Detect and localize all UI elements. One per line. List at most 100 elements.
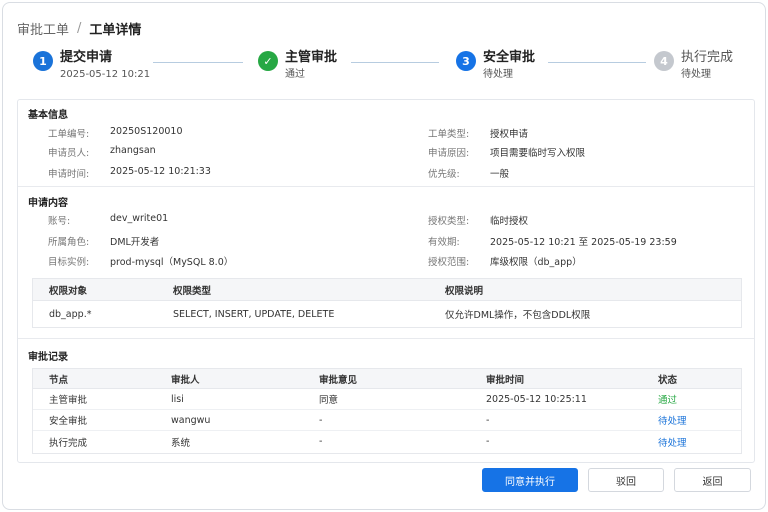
table-cell: - [319,436,323,447]
field-label: 申请时间: [48,169,90,180]
field-label: 目标实例: [48,257,90,268]
step-subtitle: 待处理 [681,69,711,80]
field-value: DML开发者 [110,237,160,248]
column-header: 审批时间 [486,374,525,386]
breadcrumb-separator: / [77,20,82,36]
field-ticket-type: 工单类型: 授权申请 [428,126,528,140]
table-row: 安全审批 wangwu - - 待处理 [33,410,741,431]
field-priority: 优先级: 一般 [428,166,509,180]
step-title: 主管审批 [285,50,338,65]
back-button[interactable]: 返回 [674,468,751,492]
step-title: 执行完成 [681,50,734,65]
field-grant-type: 授权类型: 临时授权 [428,213,528,227]
field-value: 项目需要临时写入权限 [490,148,586,159]
field-reason: 申请原因: 项目需要临时写入权限 [428,145,585,159]
step-connector [153,62,243,63]
table-row: db_app.* SELECT, INSERT, UPDATE, DELETE … [33,301,741,327]
column-header: 节点 [49,374,69,386]
field-label: 账号: [48,216,71,227]
table-cell: 系统 [171,437,191,449]
approve-execute-button[interactable]: 同意并执行 [482,468,578,492]
field-label: 工单编号: [48,129,90,140]
table-header-row: 权限对象 权限类型 权限说明 [33,279,741,301]
field-role: 所属角色: DML开发者 [48,234,159,248]
table-cell: 仅允许DML操作，不包含DDL权限 [445,310,591,321]
table-cell: SELECT, INSERT, UPDATE, DELETE [173,308,335,320]
field-apply-time: 申请时间: 2025-05-12 10:21:33 [48,166,211,180]
step-submit: 1 提交申请 2025-05-12 10:21 [33,49,150,82]
reject-button[interactable]: 驳回 [588,468,664,492]
table-cell: lisi [171,393,184,405]
step-subtitle: 待处理 [483,69,513,80]
field-value: zhangsan [110,145,156,156]
field-label: 工单类型: [428,129,470,140]
table-cell: 执行完成 [49,437,88,449]
field-grant-scope: 授权范围: 库级权限（db_app） [428,254,582,268]
field-label: 优先级: [428,169,460,180]
ticket-detail-window: 审批工单 / 工单详情 1 提交申请 2025-05-12 10:21 ✓ 主管… [2,2,766,510]
page-title: 工单详情 [89,22,142,38]
field-account: 账号: dev_write01 [48,213,168,227]
column-header: 审批人 [171,374,200,386]
table-cell: 安全审批 [49,416,88,427]
basic-info-title: 基本信息 [28,110,68,121]
step-connector [548,62,646,63]
field-label: 授权范围: [428,257,470,268]
approval-records-title: 审批记录 [28,352,68,363]
field-value: 库级权限（db_app） [490,257,582,268]
step-subtitle: 2025-05-12 10:21 [60,69,151,80]
step-manager-approval: ✓ 主管审批 通过 [258,49,337,82]
table-cell: db_app.* [49,308,92,320]
table-cell: 主管审批 [49,395,88,406]
approval-records-table: 节点 审批人 审批意见 审批时间 状态 主管审批 lisi 同意 2025-05… [32,368,742,454]
status-badge: 待处理 [658,416,687,427]
table-cell: - [486,436,490,447]
table-cell: wangwu [171,414,211,426]
field-value: 一般 [490,169,510,180]
field-label: 有效期: [428,237,460,248]
step-number-icon: 4 [654,51,674,71]
field-label: 所属角色: [48,237,90,248]
breadcrumb: 审批工单 / 工单详情 [17,19,142,38]
field-value: 2025-05-12 10:21 至 2025-05-19 23:59 [490,237,677,248]
table-cell: - [319,414,323,426]
column-header: 权限类型 [173,285,212,297]
field-value: dev_write01 [110,213,169,224]
step-connector [351,62,439,63]
field-ticket-number: 工单编号: 20250S120010 [48,126,183,140]
step-number-icon: 3 [456,51,476,71]
permission-table: 权限对象 权限类型 权限说明 db_app.* SELECT, INSERT, … [32,278,742,328]
approval-steps: 1 提交申请 2025-05-12 10:21 ✓ 主管审批 通过 3 安全审批… [3,49,765,89]
field-target-instance: 目标实例: prod-mysql（MySQL 8.0） [48,254,233,268]
step-security-approval: 3 安全审批 待处理 [456,49,535,82]
section-divider [18,186,754,187]
field-value: 20250S120010 [110,126,183,137]
column-header: 审批意见 [319,374,358,386]
table-cell: - [486,414,490,426]
field-value: 临时授权 [490,216,529,227]
checkmark-icon: ✓ [258,51,278,71]
table-header-row: 节点 审批人 审批意见 审批时间 状态 [33,369,741,389]
column-header: 权限对象 [49,285,88,297]
step-execution-complete: 4 执行完成 待处理 [654,49,733,82]
status-badge: 待处理 [658,437,687,449]
column-header: 状态 [658,374,678,386]
request-content-title: 申请内容 [28,198,68,209]
ticket-detail-card: 基本信息 工单编号: 20250S120010 工单类型: 授权申请 申请员人:… [17,99,755,463]
table-cell: 2025-05-12 10:25:11 [486,393,587,405]
field-value: 2025-05-12 10:21:33 [110,166,211,177]
table-row: 执行完成 系统 - - 待处理 [33,431,741,452]
step-title: 安全审批 [483,50,536,65]
column-header: 权限说明 [445,285,484,297]
table-row: 主管审批 lisi 同意 2025-05-12 10:25:11 通过 [33,389,741,410]
section-divider [18,338,754,339]
field-label: 申请员人: [48,148,90,159]
field-label: 申请原因: [428,148,470,159]
table-cell: 同意 [319,395,339,406]
breadcrumb-root-link[interactable]: 审批工单 [17,19,69,38]
field-applicant: 申请员人: zhangsan [48,145,156,159]
field-value: prod-mysql（MySQL 8.0） [110,257,234,268]
step-subtitle: 通过 [285,69,305,80]
field-validity: 有效期: 2025-05-12 10:21 至 2025-05-19 23:59 [428,234,677,248]
field-value: 授权申请 [490,129,529,140]
